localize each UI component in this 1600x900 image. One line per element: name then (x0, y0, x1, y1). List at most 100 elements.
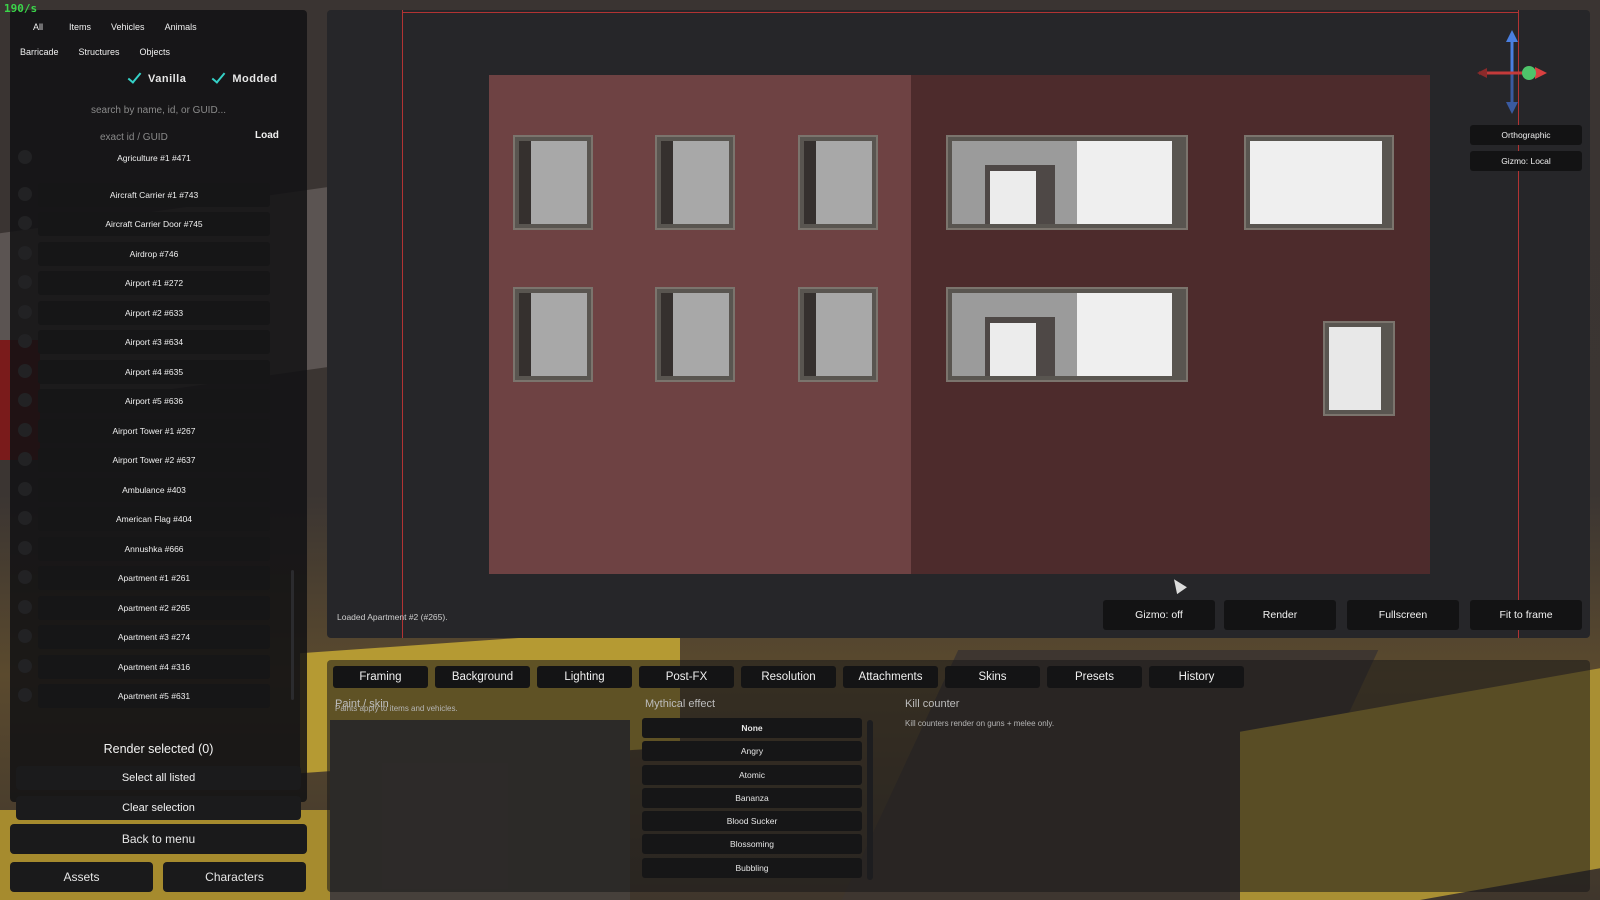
list-item[interactable]: Agriculture #1 #471 (10, 150, 307, 180)
render-button[interactable]: Render (1224, 600, 1336, 630)
effect-list-scrollbar[interactable] (867, 720, 873, 880)
asset-list: Agriculture #1 #471 Aircraft Carrier #1 #… (10, 150, 307, 720)
tab-assets[interactable]: Assets (10, 862, 153, 892)
list-item-label: Airport Tower #1 #267 (38, 418, 270, 443)
select-checkbox[interactable] (18, 186, 32, 201)
kill-counter-title: Kill counter (905, 698, 960, 710)
list-item[interactable]: Aircraft Carrier #1 #743 (10, 180, 307, 210)
filter-structures[interactable]: Structures (69, 47, 130, 57)
select-checkbox[interactable] (18, 688, 32, 702)
list-item-label: Airport #5 #636 (38, 389, 270, 413)
select-checkbox[interactable] (18, 452, 32, 466)
select-checkbox[interactable] (18, 363, 32, 378)
tab-framing[interactable]: Framing (333, 666, 428, 688)
select-all-button[interactable]: Select all listed (16, 766, 301, 790)
filter-row-primary: All Items Vehicles Animals (23, 22, 207, 32)
list-item-label: Airport Tower #2 #637 (38, 448, 270, 472)
tab-lighting[interactable]: Lighting (537, 666, 632, 688)
orthographic-toggle[interactable]: Orthographic (1470, 125, 1582, 145)
filter-items[interactable]: Items (59, 22, 101, 32)
list-item[interactable]: Aircraft Carrier Door #745 (10, 209, 307, 239)
list-item[interactable]: Airport #3 #634 (10, 327, 307, 357)
tab-history[interactable]: History (1149, 666, 1244, 688)
clear-selection-button[interactable]: Clear selection (16, 796, 301, 820)
select-checkbox[interactable] (18, 481, 32, 496)
tab-post-fx[interactable]: Post-FX (639, 666, 734, 688)
filter-row-secondary: Barricade Structures Objects (10, 47, 180, 57)
list-item[interactable]: Airport #5 #636 (10, 386, 307, 416)
filter-barricade[interactable]: Barricade (10, 47, 69, 57)
select-checkbox[interactable] (18, 570, 32, 584)
search-input[interactable] (20, 100, 297, 120)
select-checkbox[interactable] (18, 393, 32, 407)
select-checkbox[interactable] (18, 629, 32, 643)
effect-option[interactable]: Bubbling (642, 857, 862, 878)
frame-guide-left (402, 10, 403, 638)
list-item-label: Airport #2 #633 (38, 300, 270, 325)
tab-resolution[interactable]: Resolution (741, 666, 836, 688)
list-item-label: Apartment #3 #274 (38, 625, 270, 649)
checkmark-icon (128, 72, 142, 86)
effect-option[interactable]: Bananza (642, 787, 862, 808)
list-item[interactable]: Airport #2 #633 (10, 298, 307, 328)
list-item[interactable]: Annushka #666 (10, 534, 307, 564)
list-item[interactable]: Apartment #1 #261 (10, 563, 307, 593)
back-to-menu-button[interactable]: Back to menu (10, 824, 307, 854)
kill-counter-note: Kill counters render on guns + melee onl… (905, 719, 1055, 728)
select-checkbox[interactable] (18, 599, 32, 614)
tab-characters[interactable]: Characters (163, 862, 306, 892)
vanilla-toggle[interactable]: Vanilla (128, 72, 186, 86)
gizmo-toggle-button[interactable]: Gizmo: off (1103, 600, 1215, 630)
list-item[interactable]: Apartment #5 #631 (10, 681, 307, 711)
select-checkbox[interactable] (18, 540, 32, 555)
tab-presets[interactable]: Presets (1047, 666, 1142, 688)
window (798, 287, 878, 382)
list-item[interactable]: Apartment #2 #265 (10, 593, 307, 623)
checkmark-icon (212, 72, 226, 86)
select-checkbox[interactable] (18, 422, 32, 437)
select-checkbox[interactable] (18, 245, 32, 260)
effect-option[interactable]: Blossoming (642, 834, 862, 855)
filter-objects[interactable]: Objects (130, 47, 181, 57)
select-checkbox[interactable] (18, 304, 32, 319)
gizmo-local-toggle[interactable]: Gizmo: Local (1470, 151, 1582, 171)
window (513, 287, 593, 382)
filter-vehicles[interactable]: Vehicles (101, 22, 155, 32)
settings-tabs: Framing Background Lighting Post-FX Reso… (333, 666, 1244, 688)
filter-animals[interactable]: Animals (155, 22, 207, 32)
list-item-label: Apartment #2 #265 (38, 595, 270, 620)
list-item[interactable]: Airport Tower #2 #637 (10, 445, 307, 475)
select-checkbox[interactable] (18, 334, 32, 348)
list-item[interactable]: Ambulance #403 (10, 475, 307, 505)
select-checkbox[interactable] (18, 216, 32, 230)
render-selected-button[interactable]: Render selected (0) (16, 737, 301, 761)
effect-option[interactable]: Atomic (642, 764, 862, 785)
effect-option[interactable]: Angry (642, 741, 862, 762)
list-item[interactable]: American Flag #404 (10, 504, 307, 534)
select-checkbox[interactable] (18, 658, 32, 673)
modded-toggle[interactable]: Modded (212, 72, 277, 86)
load-button[interactable]: Load (255, 130, 279, 141)
list-item[interactable]: Apartment #3 #274 (10, 622, 307, 652)
filter-all[interactable]: All (23, 22, 59, 32)
list-item[interactable]: Airport Tower #1 #267 (10, 416, 307, 446)
effect-option[interactable]: None (642, 718, 862, 738)
select-checkbox[interactable] (18, 511, 32, 525)
effect-option[interactable]: Blood Sucker (642, 811, 862, 832)
render-viewport[interactable]: Orthographic Gizmo: Local Loaded Apartme… (327, 10, 1590, 638)
select-checkbox[interactable] (18, 150, 32, 164)
asset-list-scrollbar[interactable] (291, 570, 294, 700)
list-item[interactable]: Airdrop #746 (10, 239, 307, 269)
mythical-effect-list: None Angry Atomic Bananza Blood Sucker Blosso… (642, 718, 862, 881)
fit-to-frame-button[interactable]: Fit to frame (1470, 600, 1582, 630)
list-item[interactable]: Airport #1 #272 (10, 268, 307, 298)
fullscreen-button[interactable]: Fullscreen (1347, 600, 1459, 630)
select-checkbox[interactable] (18, 275, 32, 289)
axis-gizmo-icon[interactable] (1467, 28, 1557, 118)
tab-attachments[interactable]: Attachments (843, 666, 938, 688)
list-item[interactable]: Airport #4 #635 (10, 357, 307, 387)
exact-id-input[interactable] (20, 128, 240, 146)
tab-background[interactable]: Background (435, 666, 530, 688)
tab-skins[interactable]: Skins (945, 666, 1040, 688)
list-item[interactable]: Apartment #4 #316 (10, 652, 307, 682)
